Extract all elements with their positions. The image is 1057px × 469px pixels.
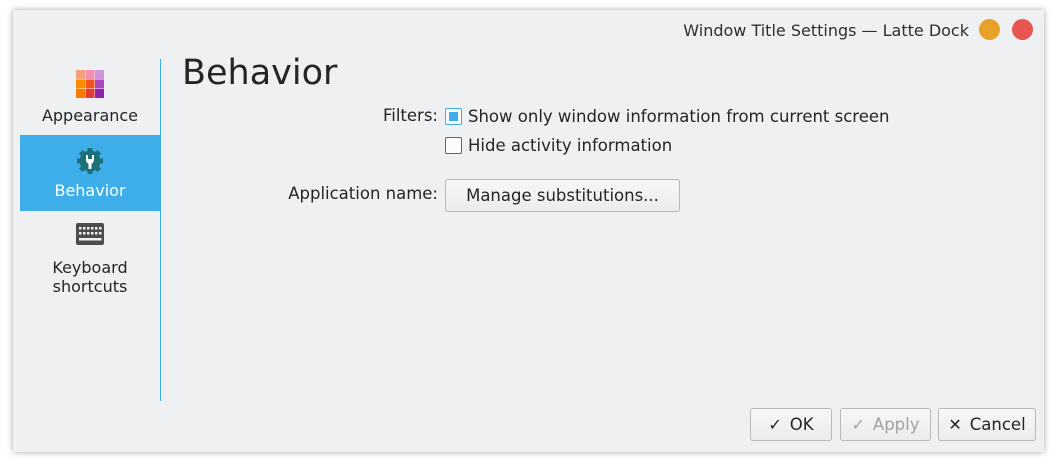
- filter-current-screen-checkbox[interactable]: Show only window information from curren…: [445, 105, 890, 127]
- button-label: Manage substitutions...: [466, 186, 659, 205]
- button-label: Cancel: [969, 415, 1026, 434]
- apply-button[interactable]: ✓ Apply: [840, 408, 931, 441]
- sidebar-item-label: Behavior: [54, 181, 126, 200]
- title-bar[interactable]: Window Title Settings — Latte Dock: [13, 10, 1044, 50]
- filter-hide-activity-checkbox[interactable]: Hide activity information: [445, 134, 672, 156]
- close-icon: ✕: [948, 415, 962, 434]
- settings-window: Window Title Settings — Latte Dock Appea…: [13, 10, 1044, 452]
- sidebar-item-behavior[interactable]: Behavior: [20, 135, 160, 211]
- window-title: Window Title Settings — Latte Dock: [683, 21, 969, 40]
- minimize-button[interactable]: [979, 19, 1000, 40]
- check-icon: ✓: [851, 415, 865, 434]
- checkbox-label: Show only window information from curren…: [468, 106, 890, 126]
- keyboard-icon: [76, 223, 104, 249]
- filters-label: Filters:: [382, 106, 438, 125]
- checkbox-box[interactable]: [445, 136, 462, 154]
- check-icon: ✓: [768, 415, 782, 434]
- application-name-label: Application name:: [288, 184, 438, 203]
- button-label: Apply: [872, 415, 920, 434]
- close-button[interactable]: [1012, 19, 1033, 40]
- gear-wrench-icon: [76, 147, 104, 179]
- sidebar: Appearance Behavior Keyboard shortcuts: [20, 60, 160, 311]
- sidebar-item-appearance[interactable]: Appearance: [20, 60, 160, 135]
- sidebar-item-keyboard-shortcuts[interactable]: Keyboard shortcuts: [20, 211, 160, 311]
- checkbox-label: Hide activity information: [468, 135, 673, 155]
- sidebar-item-label: Appearance: [41, 106, 139, 125]
- page-title: Behavior: [182, 53, 338, 93]
- checkbox-box[interactable]: [445, 107, 462, 125]
- manage-substitutions-button[interactable]: Manage substitutions...: [445, 179, 680, 212]
- cancel-button[interactable]: ✕ Cancel: [938, 408, 1036, 441]
- sidebar-item-label: Keyboard shortcuts: [52, 258, 128, 296]
- ok-button[interactable]: ✓ OK: [750, 408, 832, 441]
- sidebar-divider: [160, 59, 161, 401]
- palette-grid-icon: [76, 70, 104, 102]
- button-label: OK: [789, 415, 814, 434]
